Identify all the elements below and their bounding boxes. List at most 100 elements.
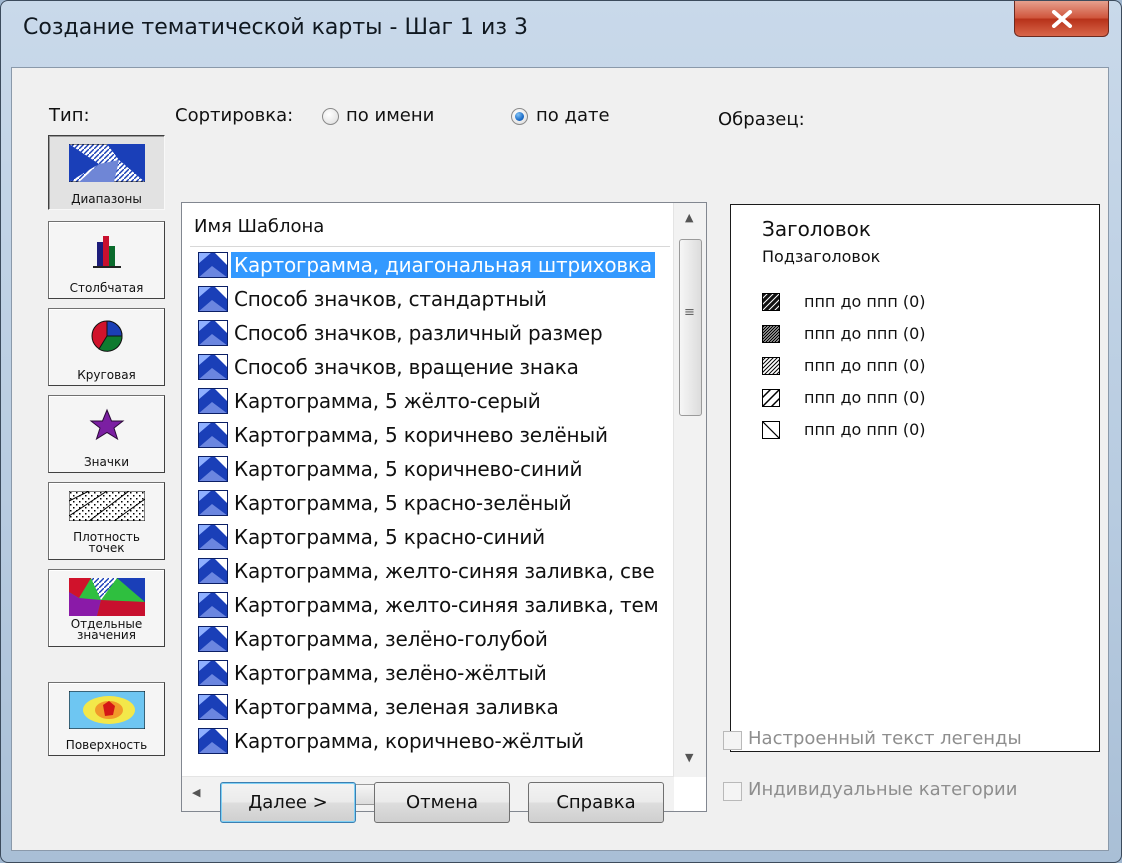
cancel-button[interactable]: Отмена: [374, 782, 510, 823]
thematic-map-icon: [198, 490, 228, 520]
pattern-sparse-icon: [762, 389, 780, 407]
legend-text: ппп до ппп (0): [804, 292, 926, 311]
template-list-item[interactable]: Картограмма, 5 коричнево-синий: [196, 453, 672, 485]
template-item-label: Картограмма, зелёно-голубой: [234, 627, 548, 651]
type-ranges-caption: Диапазоны: [71, 192, 142, 206]
sort-by-date-radio[interactable]: [511, 108, 528, 125]
thematic-map-icon: [198, 354, 228, 384]
template-list-item[interactable]: Картограмма, зелёно-голубой: [196, 623, 672, 655]
template-item-label: Картограмма, 5 красно-синий: [234, 525, 545, 549]
close-icon: [1052, 10, 1072, 28]
star-icon: [89, 408, 125, 441]
legend-text: ппп до ппп (0): [804, 420, 926, 439]
template-item-label: Картограмма, 5 коричнево зелёный: [234, 423, 608, 447]
type-symbols-caption: Значки: [83, 455, 130, 469]
type-dot-density-button[interactable]: Плотность точек: [48, 482, 165, 560]
type-individual-button[interactable]: Отдельные значения: [48, 569, 165, 647]
template-list-item[interactable]: Картограмма, зелёно-жёлтый: [196, 657, 672, 689]
thematic-map-icon: [198, 422, 228, 452]
template-list-item[interactable]: Способ значков, стандартный: [196, 283, 672, 315]
ranges-icon: [69, 144, 145, 182]
legend-text: ппп до ппп (0): [804, 324, 926, 343]
template-rows: Картограмма, диагональная штриховка Спосо…: [196, 249, 672, 773]
pie-chart-icon: [91, 320, 123, 352]
template-list-item[interactable]: Картограмма, диагональная штриховка: [196, 249, 672, 281]
template-item-label: Картограмма, 5 жёлто-серый: [234, 389, 541, 413]
preview-label: Образец:: [718, 109, 805, 130]
template-list-item[interactable]: Способ значков, различный размер: [196, 317, 672, 349]
template-item-label: Способ значков, стандартный: [234, 287, 547, 311]
sort-label: Сортировка:: [175, 105, 294, 126]
thematic-map-icon: [198, 286, 228, 316]
scroll-up-icon[interactable]: ▲: [685, 211, 693, 224]
window-title: Создание тематической карты - Шаг 1 из 3: [23, 15, 529, 40]
thematic-map-icon: [198, 524, 228, 554]
thematic-map-icon: [198, 252, 228, 282]
type-bar-caption: Столбчатая: [69, 281, 144, 295]
sort-by-date-label[interactable]: по дате: [536, 105, 610, 126]
type-pie-button[interactable]: Круговая: [48, 308, 165, 386]
pattern-light-icon: [762, 357, 780, 375]
template-list-item[interactable]: Картограмма, желто-синяя заливка, тем: [196, 589, 672, 621]
thematic-map-icon: [198, 694, 228, 724]
sort-by-name-radio[interactable]: [322, 108, 339, 125]
help-button[interactable]: Справка: [528, 782, 664, 823]
template-list-item[interactable]: Картограмма, желто-синяя заливка, све: [196, 555, 672, 587]
bar-chart-icon: [93, 236, 121, 268]
template-item-label: Картограмма, зеленая заливка: [234, 695, 559, 719]
template-list-item[interactable]: Картограмма, 5 красно-зелёный: [196, 487, 672, 519]
template-list-item[interactable]: Способ значков, вращение знака: [196, 351, 672, 383]
pattern-dense-icon: [762, 293, 780, 311]
thematic-map-icon: [198, 660, 228, 690]
scroll-left-icon[interactable]: ◀: [192, 786, 200, 799]
preview-panel: Заголовок Подзаголовок ппп до ппп (0) пп…: [730, 204, 1100, 752]
template-listbox[interactable]: Имя Шаблона Картограмма, диагональная шт…: [181, 202, 707, 812]
type-label: Тип:: [49, 105, 90, 126]
template-item-label: Способ значков, различный размер: [234, 321, 603, 345]
dialog-client-area: Тип: Сортировка: по имени по дате Образе…: [11, 67, 1109, 851]
pattern-single-icon: [762, 421, 780, 439]
type-pie-caption: Круговая: [77, 368, 136, 382]
next-button[interactable]: Далее >: [220, 782, 356, 823]
type-grid-caption: Поверхность: [65, 738, 148, 752]
individual-values-icon: [69, 578, 145, 616]
individual-categories-label[interactable]: Индивидуальные категории: [748, 779, 1017, 800]
thematic-map-icon: [198, 388, 228, 418]
legend-text: ппп до ппп (0): [804, 388, 926, 407]
type-ranges-button[interactable]: Диапазоны: [48, 135, 165, 210]
template-list-item[interactable]: Картограмма, коричнево-жёлтый: [196, 725, 672, 757]
sort-by-name-label[interactable]: по имени: [346, 105, 434, 126]
template-item-label: Картограмма, коричнево-жёлтый: [234, 729, 584, 753]
type-individual-caption-2: значения: [77, 628, 136, 642]
template-list-item[interactable]: Картограмма, 5 жёлто-серый: [196, 385, 672, 417]
template-list-item[interactable]: Картограмма, 5 красно-синий: [196, 521, 672, 553]
vertical-scrollbar[interactable]: ▲ ≡ ▼: [673, 203, 706, 777]
thematic-map-icon: [198, 592, 228, 622]
template-item-label: Картограмма, 5 красно-зелёный: [234, 491, 572, 515]
type-dot-density-caption-2: точек: [88, 541, 125, 555]
pattern-medium-icon: [762, 325, 780, 343]
template-list-item[interactable]: Картограмма, 5 коричнево зелёный: [196, 419, 672, 451]
template-item-label: Картограмма, желто-синяя заливка, тем: [234, 593, 659, 617]
thematic-map-icon: [198, 558, 228, 588]
individual-categories-checkbox[interactable]: [723, 782, 742, 801]
legend-text: ппп до ппп (0): [804, 356, 926, 375]
close-button[interactable]: [1014, 1, 1109, 37]
preview-subtitle: Подзаголовок: [762, 247, 881, 266]
thematic-map-icon: [198, 320, 228, 350]
type-symbols-button[interactable]: Значки: [48, 395, 165, 473]
template-list-item[interactable]: Картограмма, зеленая заливка: [196, 691, 672, 723]
dialog-window: Создание тематической карты - Шаг 1 из 3…: [0, 0, 1122, 863]
custom-legend-text-label[interactable]: Настроенный текст легенды: [748, 728, 1022, 749]
type-grid-button[interactable]: Поверхность: [48, 682, 165, 756]
template-item-label: Картограмма, 5 коричнево-синий: [234, 457, 583, 481]
surface-icon: [69, 691, 145, 729]
scroll-down-icon[interactable]: ▼: [685, 751, 693, 764]
preview-title: Заголовок: [762, 217, 871, 241]
custom-legend-text-checkbox[interactable]: [723, 731, 742, 750]
type-bar-button[interactable]: Столбчатая: [48, 221, 165, 299]
vertical-scroll-thumb[interactable]: [679, 239, 702, 416]
template-list-header[interactable]: Имя Шаблона: [194, 216, 324, 237]
template-item-label: Картограмма, зелёно-жёлтый: [234, 661, 547, 685]
title-bar[interactable]: Создание тематической карты - Шаг 1 из 3: [1, 1, 1121, 59]
